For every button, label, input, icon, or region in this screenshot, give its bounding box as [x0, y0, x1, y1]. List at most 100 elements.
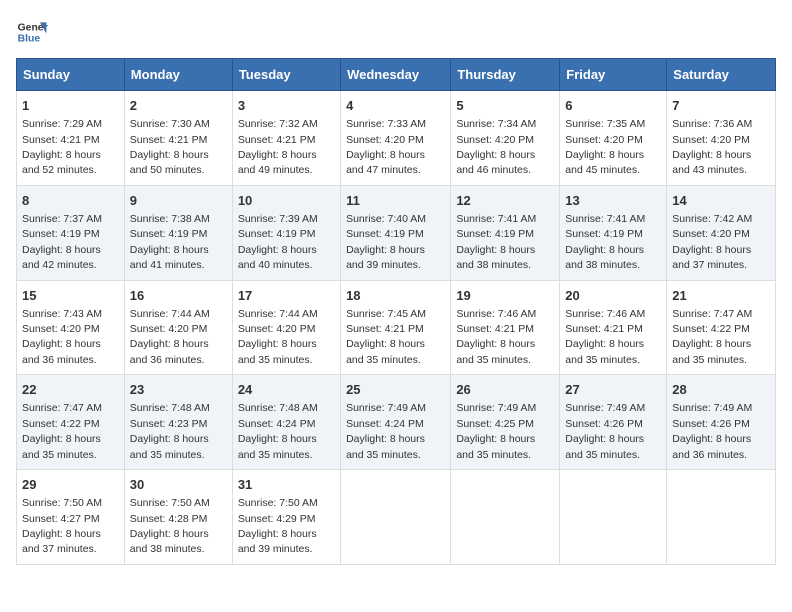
calendar-cell: 16Sunrise: 7:44 AMSunset: 4:20 PMDayligh…: [124, 280, 232, 375]
calendar-cell: 14 Sunrise: 7:42 AMSunset: 4:20 PMDayligh…: [667, 185, 776, 280]
day-info: Sunrise: 7:41 AMSunset: 4:19 PMDaylight:…: [565, 213, 645, 271]
day-number: 2: [130, 97, 227, 115]
day-number: 13: [565, 192, 661, 210]
calendar-cell: 22 Sunrise: 7:47 AMSunset: 4:22 PMDayligh…: [17, 375, 125, 470]
calendar-cell: 7 Sunrise: 7:36 AMSunset: 4:20 PMDaylight…: [667, 91, 776, 186]
calendar-cell: 23 Sunrise: 7:48 AMSunset: 4:23 PMDayligh…: [124, 375, 232, 470]
day-info: Sunrise: 7:49 AMSunset: 4:25 PMDaylight:…: [456, 402, 536, 460]
day-info: Sunrise: 7:35 AMSunset: 4:20 PMDaylight:…: [565, 118, 645, 176]
calendar-week-row: 15 Sunrise: 7:43 AMSunset: 4:20 PMDayligh…: [17, 280, 776, 375]
day-info: Sunrise: 7:49 AMSunset: 4:24 PMDaylight:…: [346, 402, 426, 460]
day-number: 3: [238, 97, 335, 115]
day-number: 5: [456, 97, 554, 115]
day-info: Sunrise: 7:50 AMSunset: 4:29 PMDaylight:…: [238, 497, 318, 555]
day-header-monday: Monday: [124, 59, 232, 91]
calendar-cell: 11Sunrise: 7:40 AMSunset: 4:19 PMDayligh…: [341, 185, 451, 280]
calendar-cell: 8Sunrise: 7:37 AMSunset: 4:19 PMDaylight…: [17, 185, 125, 280]
calendar-cell: 26 Sunrise: 7:49 AMSunset: 4:25 PMDayligh…: [451, 375, 560, 470]
calendar-header-row: SundayMondayTuesdayWednesdayThursdayFrid…: [17, 59, 776, 91]
calendar-week-row: 22 Sunrise: 7:47 AMSunset: 4:22 PMDayligh…: [17, 375, 776, 470]
logo-icon: General Blue: [16, 16, 48, 48]
day-info: Sunrise: 7:50 AMSunset: 4:27 PMDaylight:…: [22, 497, 102, 555]
calendar-cell: 24 Sunrise: 7:48 AMSunset: 4:24 PMDayligh…: [232, 375, 340, 470]
calendar-week-row: 8Sunrise: 7:37 AMSunset: 4:19 PMDaylight…: [17, 185, 776, 280]
day-number: 14: [672, 192, 770, 210]
header: General Blue: [16, 16, 776, 48]
calendar-cell: [451, 470, 560, 565]
calendar-cell: [560, 470, 667, 565]
day-info: Sunrise: 7:43 AMSunset: 4:20 PMDaylight:…: [22, 308, 102, 366]
day-info: Sunrise: 7:48 AMSunset: 4:24 PMDaylight:…: [238, 402, 318, 460]
day-number: 17: [238, 287, 335, 305]
calendar-cell: 13 Sunrise: 7:41 AMSunset: 4:19 PMDayligh…: [560, 185, 667, 280]
day-header-wednesday: Wednesday: [341, 59, 451, 91]
day-number: 7: [672, 97, 770, 115]
day-number: 22: [22, 381, 119, 399]
day-info: Sunrise: 7:49 AMSunset: 4:26 PMDaylight:…: [672, 402, 752, 460]
day-number: 25: [346, 381, 445, 399]
calendar-cell: 18 Sunrise: 7:45 AMSunset: 4:21 PMDayligh…: [341, 280, 451, 375]
calendar-cell: 19 Sunrise: 7:46 AMSunset: 4:21 PMDayligh…: [451, 280, 560, 375]
calendar-cell: 5 Sunrise: 7:34 AMSunset: 4:20 PMDaylight…: [451, 91, 560, 186]
calendar-cell: 17 Sunrise: 7:44 AMSunset: 4:20 PMDayligh…: [232, 280, 340, 375]
day-info: Sunrise: 7:33 AMSunset: 4:20 PMDaylight:…: [346, 118, 426, 176]
calendar-cell: 15 Sunrise: 7:43 AMSunset: 4:20 PMDayligh…: [17, 280, 125, 375]
day-info: Sunrise: 7:30 AMSunset: 4:21 PMDaylight:…: [130, 118, 210, 176]
calendar-cell: 28 Sunrise: 7:49 AMSunset: 4:26 PMDayligh…: [667, 375, 776, 470]
day-info: Sunrise: 7:45 AMSunset: 4:21 PMDaylight:…: [346, 308, 426, 366]
calendar-cell: 30 Sunrise: 7:50 AMSunset: 4:28 PMDayligh…: [124, 470, 232, 565]
calendar-cell: 20 Sunrise: 7:46 AMSunset: 4:21 PMDayligh…: [560, 280, 667, 375]
day-number: 28: [672, 381, 770, 399]
day-number: 31: [238, 476, 335, 494]
day-header-saturday: Saturday: [667, 59, 776, 91]
day-number: 24: [238, 381, 335, 399]
day-number: 23: [130, 381, 227, 399]
day-number: 26: [456, 381, 554, 399]
calendar-table: SundayMondayTuesdayWednesdayThursdayFrid…: [16, 58, 776, 565]
calendar-cell: 12 Sunrise: 7:41 AMSunset: 4:19 PMDayligh…: [451, 185, 560, 280]
day-number: 16: [130, 287, 227, 305]
day-info: Sunrise: 7:36 AMSunset: 4:20 PMDaylight:…: [672, 118, 752, 176]
day-number: 12: [456, 192, 554, 210]
day-number: 10: [238, 192, 335, 210]
day-info: Sunrise: 7:29 AMSunset: 4:21 PMDaylight:…: [22, 118, 102, 176]
calendar-cell: 10Sunrise: 7:39 AMSunset: 4:19 PMDayligh…: [232, 185, 340, 280]
day-info: Sunrise: 7:32 AMSunset: 4:21 PMDaylight:…: [238, 118, 318, 176]
day-number: 29: [22, 476, 119, 494]
day-info: Sunrise: 7:42 AMSunset: 4:20 PMDaylight:…: [672, 213, 752, 271]
day-number: 15: [22, 287, 119, 305]
day-info: Sunrise: 7:34 AMSunset: 4:20 PMDaylight:…: [456, 118, 536, 176]
calendar-cell: 6 Sunrise: 7:35 AMSunset: 4:20 PMDaylight…: [560, 91, 667, 186]
calendar-cell: 3 Sunrise: 7:32 AMSunset: 4:21 PMDaylight…: [232, 91, 340, 186]
day-info: Sunrise: 7:41 AMSunset: 4:19 PMDaylight:…: [456, 213, 536, 271]
calendar-cell: 2 Sunrise: 7:30 AMSunset: 4:21 PMDaylight…: [124, 91, 232, 186]
calendar-cell: 31 Sunrise: 7:50 AMSunset: 4:29 PMDayligh…: [232, 470, 340, 565]
day-info: Sunrise: 7:47 AMSunset: 4:22 PMDaylight:…: [672, 308, 752, 366]
day-info: Sunrise: 7:46 AMSunset: 4:21 PMDaylight:…: [456, 308, 536, 366]
day-info: Sunrise: 7:46 AMSunset: 4:21 PMDaylight:…: [565, 308, 645, 366]
svg-text:Blue: Blue: [18, 34, 41, 45]
calendar-week-row: 29 Sunrise: 7:50 AMSunset: 4:27 PMDayligh…: [17, 470, 776, 565]
calendar-cell: 9Sunrise: 7:38 AMSunset: 4:19 PMDaylight…: [124, 185, 232, 280]
day-info: Sunrise: 7:47 AMSunset: 4:22 PMDaylight:…: [22, 402, 102, 460]
day-header-sunday: Sunday: [17, 59, 125, 91]
day-number: 6: [565, 97, 661, 115]
day-header-friday: Friday: [560, 59, 667, 91]
day-number: 18: [346, 287, 445, 305]
day-number: 30: [130, 476, 227, 494]
day-number: 21: [672, 287, 770, 305]
day-info: Sunrise: 7:44 AMSunset: 4:20 PMDaylight:…: [238, 308, 318, 366]
day-info: Sunrise: 7:50 AMSunset: 4:28 PMDaylight:…: [130, 497, 210, 555]
calendar-body: 1 Sunrise: 7:29 AMSunset: 4:21 PMDaylight…: [17, 91, 776, 565]
calendar-cell: 25 Sunrise: 7:49 AMSunset: 4:24 PMDayligh…: [341, 375, 451, 470]
day-number: 4: [346, 97, 445, 115]
day-number: 20: [565, 287, 661, 305]
day-number: 19: [456, 287, 554, 305]
day-number: 1: [22, 97, 119, 115]
day-info: Sunrise: 7:49 AMSunset: 4:26 PMDaylight:…: [565, 402, 645, 460]
day-info: Sunrise: 7:40 AMSunset: 4:19 PMDaylight:…: [346, 213, 426, 271]
calendar-week-row: 1 Sunrise: 7:29 AMSunset: 4:21 PMDaylight…: [17, 91, 776, 186]
calendar-cell: 1 Sunrise: 7:29 AMSunset: 4:21 PMDaylight…: [17, 91, 125, 186]
calendar-cell: 21 Sunrise: 7:47 AMSunset: 4:22 PMDayligh…: [667, 280, 776, 375]
day-info: Sunrise: 7:48 AMSunset: 4:23 PMDaylight:…: [130, 402, 210, 460]
